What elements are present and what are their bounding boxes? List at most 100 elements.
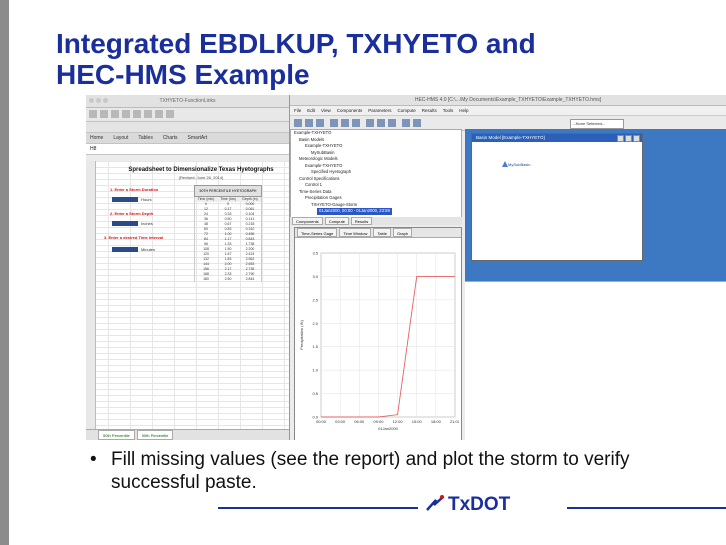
ribbon-tab-tables[interactable]: Tables bbox=[138, 133, 152, 143]
slide-left-bar bbox=[0, 0, 9, 545]
menu-components[interactable]: Components bbox=[337, 106, 363, 115]
results-icon[interactable] bbox=[413, 119, 421, 127]
paste-icon[interactable] bbox=[155, 110, 163, 118]
sheet-subheading: (Revised: June 26, 2014) bbox=[178, 175, 224, 180]
reach-tool-icon[interactable] bbox=[377, 119, 385, 127]
menu-results[interactable]: Results bbox=[422, 106, 437, 115]
message-pane bbox=[465, 281, 726, 440]
excel-ribbon: Home Layout Tables Charts SmartArt bbox=[86, 133, 289, 144]
storm-duration-input[interactable] bbox=[112, 197, 138, 202]
sheet-tabs: 50th Percentile 90th Percentile bbox=[86, 429, 289, 440]
subbasin-label: MySubBasin bbox=[508, 162, 531, 167]
txdot-mark-icon bbox=[426, 495, 444, 511]
run-selector[interactable]: --None Selected-- bbox=[570, 119, 624, 129]
tab-table[interactable]: Table bbox=[373, 228, 391, 237]
subbasin-tool-icon[interactable] bbox=[366, 119, 374, 127]
x-axis-label: 01Jan2000 bbox=[378, 426, 399, 431]
bullet-dot: • bbox=[90, 449, 97, 470]
zoom-icon[interactable] bbox=[352, 119, 360, 127]
tab-time-window[interactable]: Time Window bbox=[339, 228, 372, 237]
step3-label: 3. Enter a desired Time Interval bbox=[104, 235, 164, 240]
time-interval-input[interactable] bbox=[112, 247, 138, 252]
copy-icon[interactable] bbox=[144, 110, 152, 118]
y-tick-label: 3.5 bbox=[312, 251, 318, 256]
menu-edit[interactable]: Edit bbox=[307, 106, 315, 115]
ribbon-tab-layout[interactable]: Layout bbox=[113, 133, 128, 143]
menu-view[interactable]: View bbox=[321, 106, 331, 115]
formula-bar[interactable]: H8 bbox=[86, 144, 289, 155]
excel-format-bar bbox=[86, 122, 289, 133]
tab-graph[interactable]: Graph bbox=[392, 228, 413, 237]
x-tick-label: 12:00 bbox=[393, 419, 404, 424]
y-tick-label: 2.0 bbox=[312, 321, 318, 326]
window-controls[interactable] bbox=[89, 98, 108, 103]
ribbon-tab-charts[interactable]: Charts bbox=[163, 133, 178, 143]
title-line-1: Integrated EBDLKUP, TXHYETO and bbox=[56, 28, 536, 59]
x-tick-label: 15:00 bbox=[412, 419, 423, 424]
storm-depth-input[interactable] bbox=[112, 221, 138, 226]
watershed-explorer: Example-TXHYETO Basin Models Example-TXH… bbox=[290, 129, 462, 219]
x-tick-label: 18:00 bbox=[431, 419, 442, 424]
hms-title: HEC-HMS 4.0 [C:\...\My Documents\Example… bbox=[414, 97, 602, 103]
table-body: 0 0 0.000 12 0.17 0.061 24 0.33 0.104 36 0.50 0.141… bbox=[194, 202, 262, 282]
undo-icon[interactable] bbox=[166, 110, 174, 118]
menu-parameters[interactable]: Parameters bbox=[368, 106, 391, 115]
hms-menubar: File Edit View Components Parameters Com… bbox=[290, 106, 726, 116]
tab-time-series-gage[interactable]: Time-Series Gage bbox=[297, 228, 338, 237]
y-tick-label: 1.0 bbox=[312, 368, 318, 373]
menu-tools[interactable]: Tools bbox=[443, 106, 454, 115]
title-line-2: HEC-HMS Example bbox=[56, 59, 310, 90]
sheet-tab-90th[interactable]: 90th Percentile bbox=[136, 430, 174, 440]
footer-rule-right bbox=[567, 507, 726, 509]
save-icon[interactable] bbox=[111, 110, 119, 118]
excel-title: TXHYETO-FunctionLinks bbox=[159, 98, 216, 104]
y-tick-label: 0.5 bbox=[312, 391, 318, 396]
x-tick-label: 21:00 bbox=[450, 419, 459, 424]
x-tick-label: 06:00 bbox=[354, 419, 365, 424]
x-tick-label: 03:00 bbox=[335, 419, 346, 424]
new-icon[interactable] bbox=[294, 119, 302, 127]
arrow-icon[interactable] bbox=[330, 119, 338, 127]
txdot-logo: TxDOT bbox=[426, 494, 510, 516]
menu-compute[interactable]: Compute bbox=[398, 106, 416, 115]
junction-tool-icon[interactable] bbox=[388, 119, 396, 127]
cut-icon[interactable] bbox=[133, 110, 141, 118]
table-cell: 2.50 bbox=[224, 277, 232, 281]
slide-title: Integrated EBDLKUP, TXHYETO and HEC-HMS … bbox=[56, 28, 696, 90]
ribbon-tab-home[interactable]: Home bbox=[90, 133, 103, 143]
tree-node-selected[interactable]: 01Jan2000, 00:00 - 01Jan2000, 23:59 bbox=[291, 208, 461, 215]
ribbon-tab-smartart[interactable]: SmartArt bbox=[188, 133, 208, 143]
bullet-text: Fill missing values (see the report) and… bbox=[111, 449, 630, 493]
table-row[interactable]: 180 2.50 2.844 bbox=[194, 277, 262, 282]
row-headers bbox=[86, 161, 96, 429]
move-icon[interactable] bbox=[341, 119, 349, 127]
menu-file[interactable]: File bbox=[294, 106, 301, 115]
step2-unit: Inches bbox=[141, 221, 153, 226]
step1-unit: Hours bbox=[141, 197, 152, 202]
x-tick-label: 09:00 bbox=[373, 419, 384, 424]
basin-window-buttons[interactable] bbox=[617, 135, 640, 142]
save-icon[interactable] bbox=[316, 119, 324, 127]
tab-results[interactable]: Results bbox=[350, 217, 373, 225]
tab-components[interactable]: Components bbox=[292, 217, 323, 225]
print-icon[interactable] bbox=[122, 110, 130, 118]
basin-title: Basin Model [Example-TXHYETO] bbox=[476, 135, 545, 140]
sheet-heading: Spreadsheet to Dimensionalize Texas Hyet… bbox=[128, 167, 274, 173]
y-tick-label: 2.5 bbox=[312, 297, 318, 302]
open-icon[interactable] bbox=[100, 110, 108, 118]
sheet-tab-50th[interactable]: 50th Percentile bbox=[98, 430, 135, 440]
time-series-window: Time-Series Gage Time Window Table Graph… bbox=[294, 227, 462, 440]
explorer-tabs: Components Compute Results bbox=[290, 217, 462, 225]
basin-titlebar: Basin Model [Example-TXHYETO] bbox=[472, 134, 642, 142]
tab-compute[interactable]: Compute bbox=[324, 217, 349, 225]
precipitation-chart: 0.00.51.01.52.02.53.03.500:00 03:00 06:00 0… bbox=[299, 251, 459, 432]
menu-help[interactable]: Help bbox=[459, 106, 468, 115]
open-icon[interactable] bbox=[305, 119, 313, 127]
table-header: 50TH PERCENTILE HYETOGRAPH bbox=[194, 185, 262, 197]
new-icon[interactable] bbox=[89, 110, 97, 118]
compute-icon[interactable] bbox=[402, 119, 410, 127]
txdot-text: TxDOT bbox=[448, 494, 511, 515]
embedded-screenshot: TXHYETO-FunctionLinks Home Layout Tables… bbox=[86, 95, 726, 440]
table-cell: 2.844 bbox=[245, 277, 255, 281]
excel-toolbar bbox=[86, 108, 289, 122]
